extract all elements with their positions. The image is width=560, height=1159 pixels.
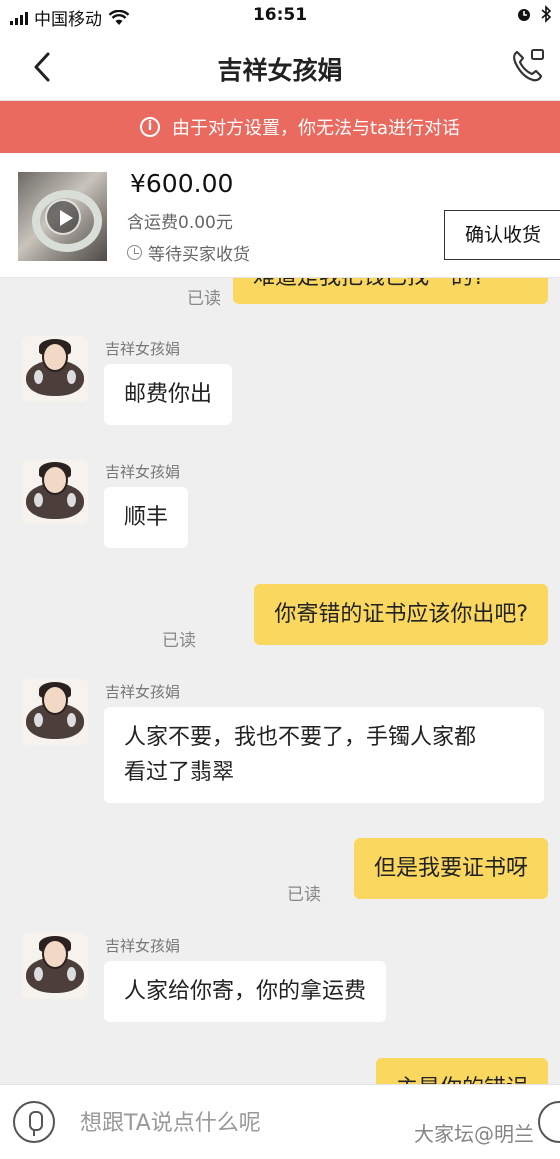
banner-text: 由于对方设置，你无法与ta进行对话: [171, 118, 461, 139]
chat-header: 吉祥女孩娟: [0, 34, 560, 101]
message-bubble-outgoing[interactable]: 主是你的错误: [375, 1058, 548, 1084]
chat-title: 吉祥女孩娟: [217, 56, 343, 85]
alarm-icon: [518, 9, 530, 21]
avatar[interactable]: [22, 459, 88, 525]
order-status: 等待买家收货: [127, 240, 250, 265]
message-bubble-outgoing[interactable]: 你寄错的证书应该你出吧?: [254, 584, 548, 645]
sender-name: 吉祥女孩娟: [105, 463, 181, 481]
message-line: 看过了翡翠: [124, 760, 235, 785]
read-receipt: 已读: [287, 885, 321, 905]
message-bubble-incoming[interactable]: 顺丰: [104, 487, 189, 548]
avatar[interactable]: [22, 679, 88, 745]
message-line: 人家不要，我也不要了，手镯人家都: [124, 725, 477, 750]
confirm-receipt-button[interactable]: 确认收货: [444, 210, 560, 260]
order-card[interactable]: ¥600.00 含运费0.00元 等待买家收货 确认收货: [0, 153, 560, 278]
avatar[interactable]: [22, 933, 88, 999]
order-price: ¥600.00: [130, 169, 234, 198]
call-icon[interactable]: [510, 46, 546, 84]
product-thumbnail[interactable]: [18, 172, 107, 261]
status-bar: 中国移动 16:51: [0, 0, 560, 34]
read-receipt: 已读: [162, 631, 196, 651]
message-bubble-outgoing[interactable]: 难道是我把钱已找一的?: [233, 278, 548, 304]
message-bubble-outgoing[interactable]: 但是我要证书呀: [353, 838, 548, 899]
sender-name: 吉祥女孩娟: [105, 340, 181, 358]
microphone-icon[interactable]: [13, 1101, 55, 1143]
shipping-fee: 含运费0.00元: [127, 213, 233, 233]
avatar[interactable]: [22, 336, 88, 402]
chat-area[interactable]: 已读 难道是我把钱已找一的? 吉祥女孩娟 邮费你出 吉祥女孩娟 顺丰 已读 你寄…: [0, 278, 560, 1084]
bluetooth-icon: [541, 5, 552, 23]
play-icon[interactable]: [45, 199, 81, 235]
status-time: 16:51: [252, 5, 308, 25]
message-bubble-incoming[interactable]: 人家不要，我也不要了，手镯人家都 看过了翡翠: [104, 707, 544, 803]
message-bubble-incoming[interactable]: 人家给你寄，你的拿运费: [104, 961, 387, 1022]
read-receipt: 已读: [187, 289, 221, 309]
emoji-icon[interactable]: [538, 1101, 560, 1143]
order-status-text: 等待买家收货: [148, 245, 250, 265]
clock-icon: [127, 245, 142, 260]
sender-name: 吉祥女孩娟: [105, 937, 181, 955]
sender-name: 吉祥女孩娟: [105, 683, 181, 701]
blocked-banner: i 由于对方设置，你无法与ta进行对话: [0, 101, 560, 153]
watermark: 大家坛@明兰: [414, 1122, 534, 1146]
message-input[interactable]: [80, 1105, 410, 1141]
info-icon: i: [139, 117, 160, 137]
message-bubble-incoming[interactable]: 邮费你出: [104, 364, 233, 425]
